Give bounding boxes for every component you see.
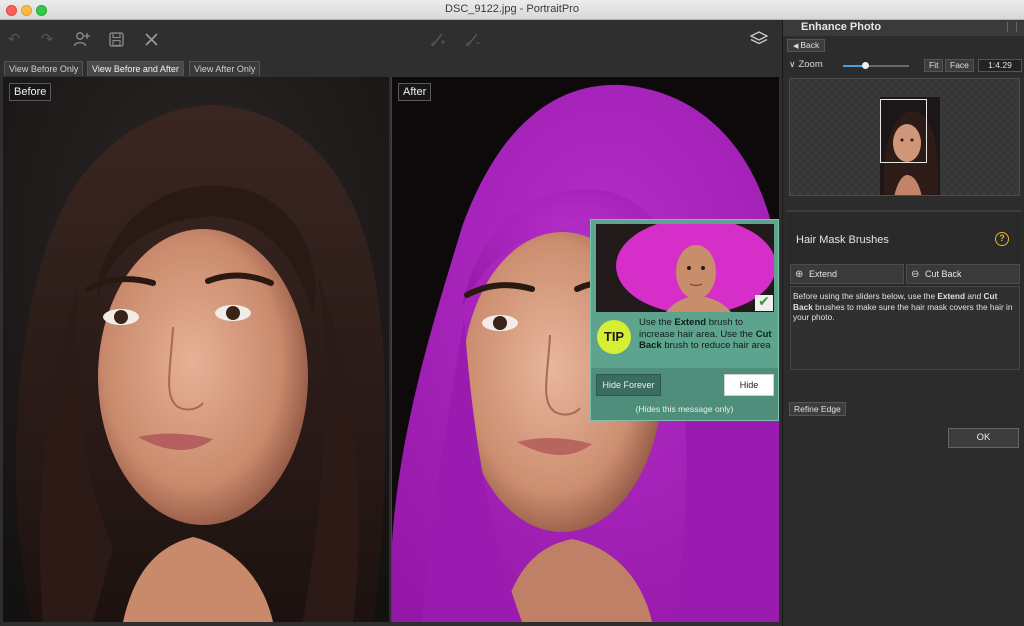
cutback-brush-icon: ⊖: [911, 269, 920, 280]
window-title: DSC_9122.jpg - PortraitPro: [445, 3, 579, 15]
cutback-brush-button[interactable]: ⊖ Cut Back: [906, 264, 1020, 284]
hide-forever-button[interactable]: Hide Forever: [596, 374, 661, 396]
zoom-toggle[interactable]: ∨ Zoom: [789, 59, 823, 70]
redo-icon[interactable]: ↷: [36, 29, 58, 49]
checkmark-icon: ✔: [755, 295, 773, 311]
tip-badge: TIP: [597, 320, 631, 354]
layers-icon[interactable]: [748, 29, 770, 49]
tab-view-before-and-after[interactable]: View Before and After: [87, 61, 184, 76]
save-icon[interactable]: [105, 29, 127, 49]
title-bar: DSC_9122.jpg - PortraitPro: [0, 0, 1024, 20]
tip-footer: Hide Forever Hide (Hides this message on…: [591, 368, 778, 420]
hair-mask-instructions: Before using the sliders below, use the …: [790, 286, 1020, 370]
brush-tabs: ⊕ Extend ⊖ Cut Back: [790, 264, 1020, 284]
brush-cutback-icon[interactable]: [462, 29, 484, 49]
brush-extend-icon[interactable]: [427, 29, 449, 49]
extend-brush-icon: ⊕: [795, 269, 804, 280]
back-button[interactable]: ◀ Back: [787, 39, 826, 52]
enhance-photo-panel: Enhance Photo ◀ Back ∨ Zoom Fit Face 1:4…: [782, 20, 1024, 626]
before-image-pane[interactable]: Before: [3, 77, 389, 622]
tip-example-image: ✔: [596, 224, 774, 312]
hair-mask-title: Hair Mask Brushes: [796, 234, 889, 246]
navigator-preview[interactable]: [789, 78, 1020, 196]
tab-view-after-only[interactable]: View After Only: [189, 61, 261, 76]
close-icon[interactable]: [140, 29, 162, 49]
zoom-slider[interactable]: [843, 62, 909, 69]
fit-button[interactable]: Fit: [924, 59, 944, 72]
refine-edge-button[interactable]: Refine Edge: [789, 402, 846, 416]
tip-message: Use the Extend brush to increase hair ar…: [639, 317, 772, 351]
hair-mask-brushes-panel: Hair Mask Brushes ? ⊕ Extend ⊖ Cut Back Be…: [786, 210, 1022, 370]
after-label: After: [398, 83, 432, 101]
zoom-controls: ∨ Zoom Fit Face 1:4.29: [787, 58, 1023, 74]
face-button[interactable]: Face: [945, 59, 974, 72]
before-portrait-image: [3, 77, 389, 622]
help-icon[interactable]: ?: [995, 232, 1009, 246]
ok-button[interactable]: OK: [948, 428, 1019, 448]
zoom-slider-handle[interactable]: [862, 62, 869, 69]
zoom-level: 1:4.29: [978, 59, 1022, 72]
app-window: DSC_9122.jpg - PortraitPro ↶ ↷ View Befo…: [0, 0, 1024, 626]
add-person-icon[interactable]: [71, 29, 93, 49]
tip-popup: ✔ TIP Use the Extend brush to increase h…: [590, 219, 779, 421]
main-toolbar: ↶ ↷: [0, 20, 782, 58]
hide-button[interactable]: Hide: [724, 374, 774, 396]
undo-icon[interactable]: ↶: [3, 29, 25, 49]
before-label: Before: [9, 83, 52, 101]
extend-brush-button[interactable]: ⊕ Extend: [790, 264, 904, 284]
tip-note: (Hides this message only): [635, 404, 734, 414]
navigator-view-rectangle[interactable]: [880, 99, 927, 163]
view-mode-tabs: View Before Only View Before and After V…: [0, 58, 782, 77]
tab-view-before-only[interactable]: View Before Only: [4, 61, 84, 76]
panel-resize-handle[interactable]: [1007, 22, 1017, 32]
panel-title: Enhance Photo: [783, 20, 1024, 36]
